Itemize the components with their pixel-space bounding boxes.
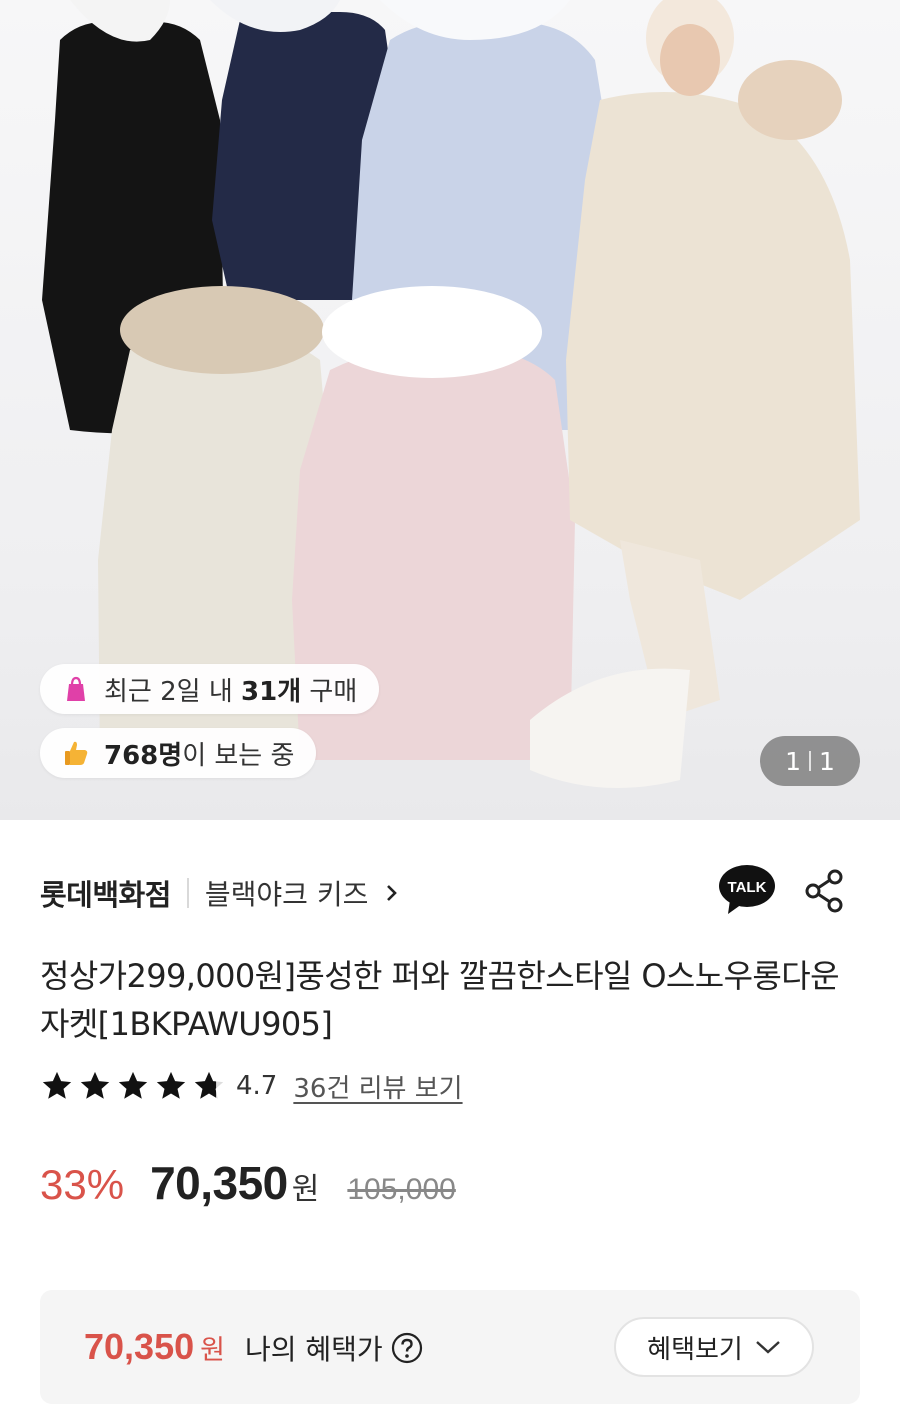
recent-purchase-text: 최근 2일 내 31개 구매 bbox=[104, 676, 358, 707]
reviews-link[interactable]: 36건 리뷰 보기 bbox=[293, 1068, 462, 1105]
viewers-badge: 768명이 보는 중 bbox=[40, 728, 317, 778]
star-rating bbox=[40, 1069, 226, 1103]
brand-link[interactable]: 블랙야크 키즈 bbox=[205, 873, 402, 913]
store-name[interactable]: 롯데백화점 bbox=[40, 872, 171, 914]
svg-text:TALK: TALK bbox=[728, 879, 767, 896]
chevron-right-icon bbox=[382, 883, 402, 903]
price-row: 33% 70,350 원 105,000 bbox=[40, 1156, 456, 1216]
sale-price: 70,350 bbox=[150, 1157, 288, 1209]
brand-divider bbox=[186, 878, 189, 908]
pager-separator bbox=[809, 751, 811, 771]
benefit-currency: 원 bbox=[200, 1335, 225, 1366]
pager-current: 1 bbox=[785, 746, 801, 776]
shopping-bag-icon bbox=[60, 673, 92, 705]
chevron-down-icon bbox=[755, 1332, 781, 1362]
seller-row: 롯데백화점 블랙야크 키즈 TALK bbox=[40, 865, 860, 918]
kakao-talk-icon[interactable]: TALK bbox=[718, 864, 776, 916]
viewers-text: 768명이 보는 중 bbox=[104, 740, 295, 771]
image-pager: 1 1 bbox=[760, 736, 860, 786]
share-icon[interactable] bbox=[802, 868, 848, 914]
view-benefits-label: 혜택보기 bbox=[647, 1334, 743, 1365]
currency-unit: 원 bbox=[291, 1172, 320, 1207]
rating-score: 4.7 bbox=[236, 1071, 278, 1101]
benefit-label: 나의 혜택가 bbox=[244, 1333, 383, 1366]
benefit-price-line: 70,350 원 나의 혜택가 bbox=[84, 1326, 423, 1368]
product-image-carousel[interactable]: 최근 2일 내 31개 구매 768명이 보는 중 1 1 bbox=[0, 0, 900, 820]
star-icon bbox=[42, 1071, 72, 1099]
product-title: 정상가299,000원]풍성한 퍼와 깔끔한스타일 O스노우롱다운자켓[1BKP… bbox=[40, 957, 840, 1043]
star-icon bbox=[156, 1071, 186, 1099]
question-icon[interactable] bbox=[391, 1332, 423, 1364]
benefit-price: 70,350 bbox=[84, 1326, 195, 1367]
star-icon bbox=[118, 1071, 148, 1099]
recent-purchase-badge: 최근 2일 내 31개 구매 bbox=[40, 664, 380, 714]
view-benefits-button[interactable]: 혜택보기 bbox=[614, 1317, 814, 1377]
discount-rate: 33% bbox=[40, 1161, 125, 1208]
original-price: 105,000 bbox=[347, 1173, 456, 1206]
benefit-price-box: 70,350 원 나의 혜택가 혜택보기 bbox=[40, 1290, 860, 1404]
thumbs-up-icon bbox=[60, 737, 92, 769]
brand-name: 블랙야크 키즈 bbox=[204, 878, 369, 911]
rating-row: 4.7 36건 리뷰 보기 bbox=[40, 1064, 463, 1108]
star-half-icon bbox=[194, 1071, 224, 1099]
star-icon bbox=[80, 1071, 110, 1099]
pager-total: 1 bbox=[819, 746, 835, 776]
